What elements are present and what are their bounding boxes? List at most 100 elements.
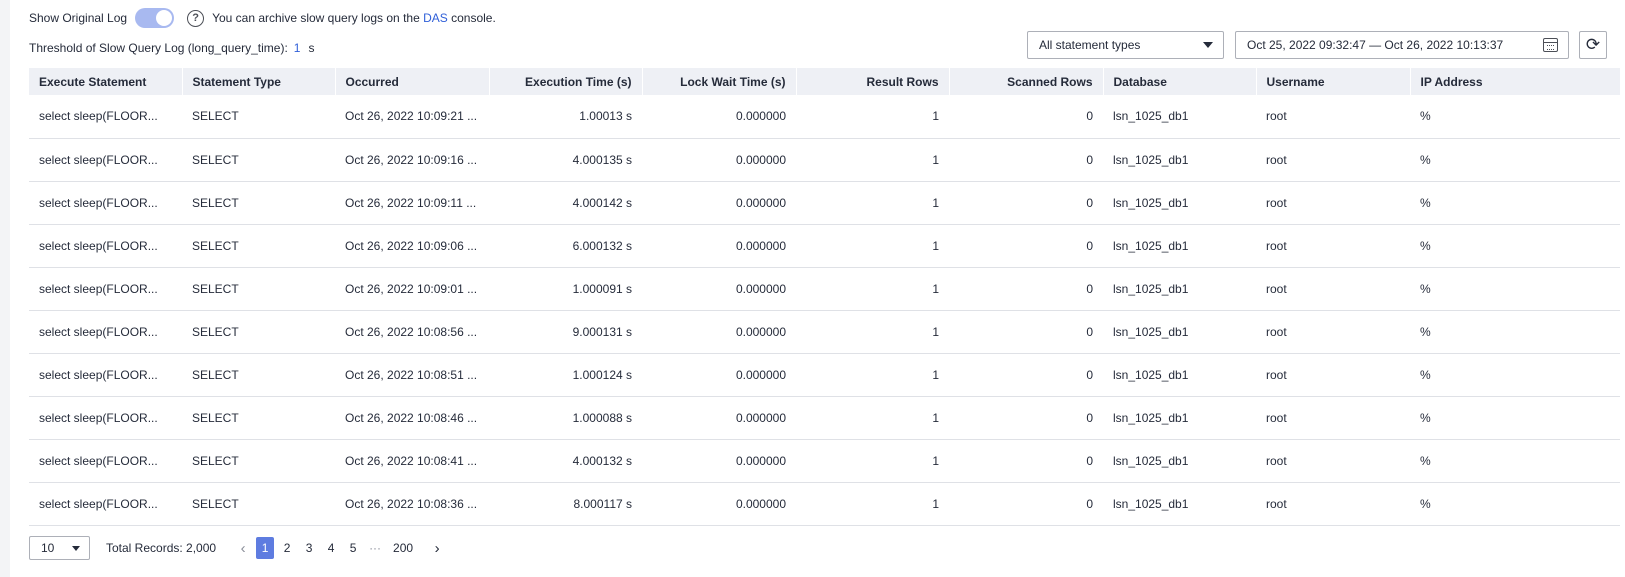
cell-database: lsn_1025_db1: [1103, 224, 1256, 268]
page-200[interactable]: 200: [388, 537, 418, 559]
cell-occurred: Oct 26, 2022 10:09:06 ...: [335, 224, 489, 268]
cell-statement-type: SELECT: [182, 482, 335, 526]
cell-statement-type: SELECT: [182, 353, 335, 397]
cell-execution-time: 1.000088 s: [489, 396, 642, 440]
col-result-rows[interactable]: Result Rows: [796, 68, 950, 95]
cell-occurred: Oct 26, 2022 10:08:41 ...: [335, 439, 489, 483]
page-list: 1 2 3 4 5 ··· 200: [254, 537, 420, 559]
page-1[interactable]: 1: [256, 537, 275, 559]
col-database[interactable]: Database: [1103, 68, 1257, 95]
cell-execute-statement[interactable]: select sleep(FLOOR...: [29, 396, 182, 440]
page-3[interactable]: 3: [300, 537, 318, 559]
cell-database: lsn_1025_db1: [1103, 396, 1256, 440]
cell-scanned-rows: 0: [949, 353, 1103, 397]
table-row[interactable]: select sleep(FLOOR... SELECT Oct 26, 2022 …: [29, 310, 1620, 354]
statement-type-select[interactable]: All statement types: [1027, 31, 1224, 59]
cell-lock-wait-time: 0.000000: [642, 310, 796, 354]
cell-scanned-rows: 0: [949, 396, 1103, 440]
cell-database: lsn_1025_db1: [1103, 353, 1256, 397]
page-size-select[interactable]: 10: [29, 536, 90, 560]
refresh-button[interactable]: ⟳: [1579, 31, 1607, 59]
cell-statement-type: SELECT: [182, 267, 335, 311]
page-5[interactable]: 5: [344, 537, 362, 559]
original-log-row: Show Original Log ? You can archive slow…: [29, 8, 496, 28]
cell-scanned-rows: 0: [949, 181, 1103, 225]
cell-execution-time: 4.000132 s: [489, 439, 642, 483]
cell-scanned-rows: 0: [949, 95, 1103, 139]
col-lock-wait-time[interactable]: Lock Wait Time (s): [642, 68, 797, 95]
cell-execute-statement[interactable]: select sleep(FLOOR...: [29, 95, 182, 139]
cell-execute-statement[interactable]: select sleep(FLOOR...: [29, 439, 182, 483]
cell-result-rows: 1: [796, 267, 949, 311]
cell-database: lsn_1025_db1: [1103, 267, 1256, 311]
cell-execution-time: 9.000131 s: [489, 310, 642, 354]
chevron-right-icon[interactable]: ›: [432, 540, 442, 557]
cell-execution-time: 4.000135 s: [489, 138, 642, 182]
table-row[interactable]: select sleep(FLOOR... SELECT Oct 26, 2022 …: [29, 181, 1620, 225]
cell-statement-type: SELECT: [182, 439, 335, 483]
total-records: Total Records: 2,000: [106, 541, 217, 555]
cell-lock-wait-time: 0.000000: [642, 439, 796, 483]
col-ip-address[interactable]: IP Address: [1410, 68, 1621, 95]
table-row[interactable]: select sleep(FLOOR... SELECT Oct 26, 2022 …: [29, 267, 1620, 311]
cell-execute-statement[interactable]: select sleep(FLOOR...: [29, 267, 182, 311]
cell-lock-wait-time: 0.000000: [642, 181, 796, 225]
page-2[interactable]: 2: [278, 537, 296, 559]
cell-lock-wait-time: 0.000000: [642, 138, 796, 182]
table-row[interactable]: select sleep(FLOOR... SELECT Oct 26, 2022 …: [29, 224, 1620, 268]
show-original-log-toggle[interactable]: [135, 8, 175, 28]
table-row[interactable]: select sleep(FLOOR... SELECT Oct 26, 2022 …: [29, 95, 1620, 139]
das-console-link[interactable]: DAS: [423, 11, 448, 25]
page-ellipsis[interactable]: ···: [366, 537, 384, 559]
cell-username: root: [1256, 267, 1410, 311]
cell-lock-wait-time: 0.000000: [642, 353, 796, 397]
cell-statement-type: SELECT: [182, 138, 335, 182]
cell-execute-statement[interactable]: select sleep(FLOOR...: [29, 310, 182, 354]
cell-result-rows: 1: [796, 138, 949, 182]
threshold-label: Threshold of Slow Query Log (long_query_…: [29, 41, 288, 55]
cell-username: root: [1256, 353, 1410, 397]
cell-occurred: Oct 26, 2022 10:08:36 ...: [335, 482, 489, 526]
cell-database: lsn_1025_db1: [1103, 138, 1256, 182]
cell-execute-statement[interactable]: select sleep(FLOOR...: [29, 482, 182, 526]
cell-database: lsn_1025_db1: [1103, 95, 1256, 139]
cell-lock-wait-time: 0.000000: [642, 267, 796, 311]
calendar-icon[interactable]: [1543, 38, 1558, 52]
table-row[interactable]: select sleep(FLOOR... SELECT Oct 26, 2022 …: [29, 482, 1620, 526]
threshold-value: 1: [293, 41, 301, 55]
cell-statement-type: SELECT: [182, 95, 335, 139]
cell-execute-statement[interactable]: select sleep(FLOOR...: [29, 138, 182, 182]
cell-scanned-rows: 0: [949, 482, 1103, 526]
cell-ip-address: %: [1410, 353, 1620, 397]
col-statement-type[interactable]: Statement Type: [182, 68, 336, 95]
cell-ip-address: %: [1410, 267, 1620, 311]
date-range-picker[interactable]: Oct 25, 2022 09:32:47 — Oct 26, 2022 10:…: [1235, 31, 1569, 59]
slow-query-log-table: Execute Statement Statement Type Occurre…: [29, 68, 1621, 526]
cell-result-rows: 1: [796, 439, 949, 483]
table-row[interactable]: select sleep(FLOOR... SELECT Oct 26, 2022 …: [29, 439, 1620, 483]
col-username[interactable]: Username: [1256, 68, 1411, 95]
cell-username: root: [1256, 95, 1410, 139]
cell-result-rows: 1: [796, 310, 949, 354]
table-row[interactable]: select sleep(FLOOR... SELECT Oct 26, 2022 …: [29, 353, 1620, 397]
col-execute-statement[interactable]: Execute Statement: [29, 68, 183, 95]
col-scanned-rows[interactable]: Scanned Rows: [949, 68, 1104, 95]
cell-username: root: [1256, 310, 1410, 354]
cell-execute-statement[interactable]: select sleep(FLOOR...: [29, 353, 182, 397]
cell-database: lsn_1025_db1: [1103, 482, 1256, 526]
table-row[interactable]: select sleep(FLOOR... SELECT Oct 26, 2022 …: [29, 396, 1620, 440]
page-4[interactable]: 4: [322, 537, 340, 559]
table-row[interactable]: select sleep(FLOOR... SELECT Oct 26, 2022 …: [29, 138, 1620, 182]
help-icon[interactable]: ?: [187, 9, 205, 27]
cell-occurred: Oct 26, 2022 10:08:51 ...: [335, 353, 489, 397]
cell-execute-statement[interactable]: select sleep(FLOOR...: [29, 224, 182, 268]
cell-execution-time: 6.000132 s: [489, 224, 642, 268]
cell-ip-address: %: [1410, 181, 1620, 225]
chevron-left-icon[interactable]: ‹: [238, 540, 248, 557]
cell-scanned-rows: 0: [949, 439, 1103, 483]
cell-execute-statement[interactable]: select sleep(FLOOR...: [29, 181, 182, 225]
cell-result-rows: 1: [796, 181, 949, 225]
col-occurred[interactable]: Occurred: [335, 68, 490, 95]
col-execution-time[interactable]: Execution Time (s): [489, 68, 643, 95]
cell-username: root: [1256, 224, 1410, 268]
